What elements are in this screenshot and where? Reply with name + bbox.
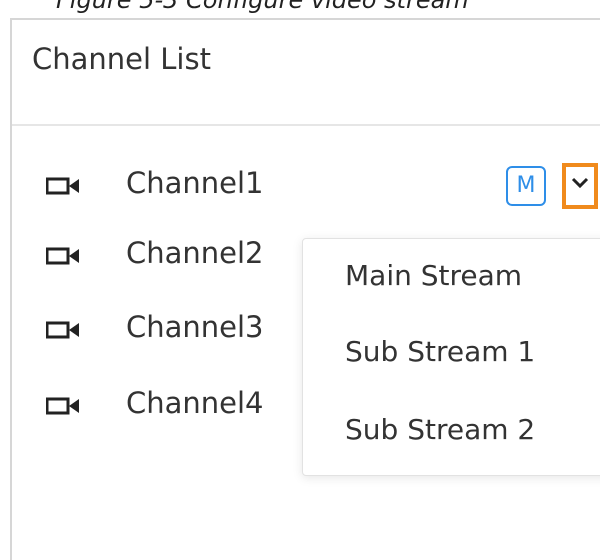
dropdown-option-sub-stream-1[interactable]: Sub Stream 1 xyxy=(345,335,535,368)
channel-label: Channel4 xyxy=(126,386,264,420)
panel-title: Channel List xyxy=(32,42,211,76)
channel-list-panel: Channel List Channel1 M Channel2 Channel… xyxy=(10,18,600,560)
panel-header: Channel List xyxy=(12,20,600,126)
stream-badge: M xyxy=(506,166,546,206)
dropdown-option-main-stream[interactable]: Main Stream xyxy=(345,259,522,292)
channel-row-1[interactable]: Channel1 M xyxy=(12,163,600,210)
video-camera-icon xyxy=(46,177,79,195)
chevron-down-icon xyxy=(571,177,589,189)
channel-label: Channel3 xyxy=(126,310,264,344)
channel-label: Channel2 xyxy=(126,236,264,270)
figure-caption: Figure 5-3 Configure video stream xyxy=(56,0,469,14)
video-camera-icon xyxy=(46,321,79,339)
dropdown-option-sub-stream-2[interactable]: Sub Stream 2 xyxy=(345,413,535,446)
channel-label: Channel1 xyxy=(126,166,264,200)
video-camera-icon xyxy=(46,397,79,415)
stream-dropdown-toggle[interactable] xyxy=(562,163,598,209)
video-camera-icon xyxy=(46,247,79,265)
stream-dropdown-menu: Main Stream Sub Stream 1 Sub Stream 2 xyxy=(302,238,600,476)
